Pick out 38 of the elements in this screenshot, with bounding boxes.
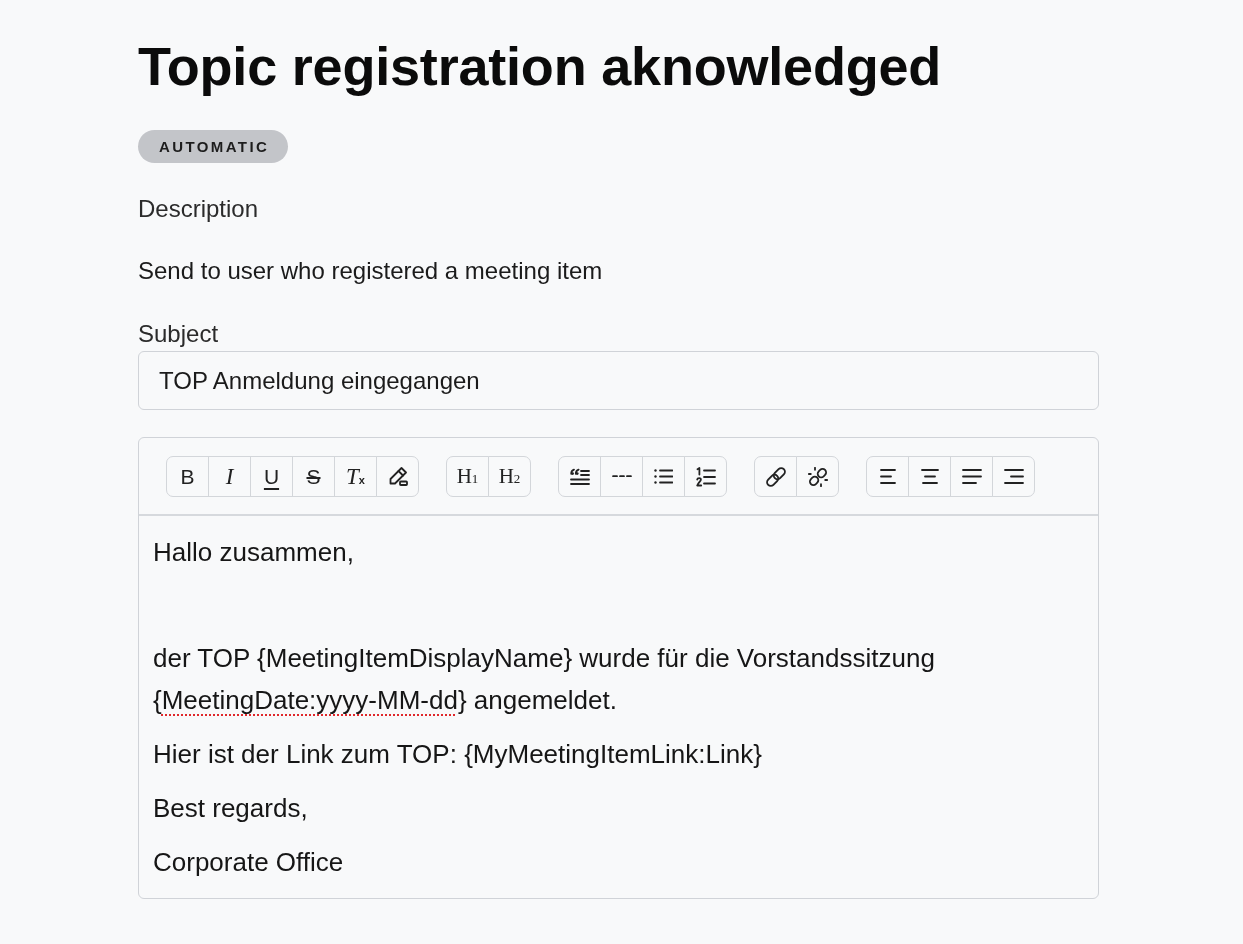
align-center-icon — [920, 469, 939, 484]
subject-label: Subject — [138, 319, 219, 348]
underline-button[interactable]: U — [250, 456, 293, 497]
numbered-list-icon — [695, 466, 716, 487]
quote-lines-icon — [569, 466, 590, 487]
editor-paragraph: Corporate Office — [153, 846, 345, 879]
editor-body[interactable]: Hallo zusammen, der TOP {MeetingItemDisplayName} wurde für die Vorstandssitzung {MeetingDate:yyyy-MM-dd} angemeldet. Hier ist der Link zum TOP: {MyMeetingItemLink:Link} Best regards, Corporate Office — [139, 516, 1098, 898]
broken-chain-icon — [807, 466, 828, 487]
bullet-list-icon — [654, 469, 673, 484]
description-text: Send to user who registered a meeting item — [138, 256, 603, 285]
bold-button[interactable]: B — [166, 456, 209, 497]
editor-paragraph: Hier ist der Link zum TOP: {MyMeetingItemLink:Link} — [153, 738, 763, 771]
align-right-button[interactable] — [992, 456, 1035, 497]
align-left-button[interactable] — [866, 456, 909, 497]
blockquote-button[interactable] — [558, 456, 601, 497]
chain-link-icon — [765, 466, 786, 487]
editor-paragraph: Best regards, — [153, 792, 309, 825]
align-right-icon — [1003, 469, 1024, 484]
page-title: Topic registration aknowledged — [138, 35, 942, 98]
align-center-button[interactable] — [908, 456, 951, 497]
align-left-icon — [879, 469, 896, 484]
editor-paragraph: der TOP {MeetingItemDisplayName} wurde für die Vorstandssitzung {MeetingDate:yyyy-MM-dd} angemeldet. — [153, 642, 936, 717]
bullet-list-button[interactable] — [642, 456, 685, 497]
highlight-button[interactable] — [376, 456, 419, 497]
rich-text-editor[interactable] — [138, 437, 1099, 899]
numbered-list-button[interactable] — [684, 456, 727, 497]
align-justify-icon — [961, 469, 982, 484]
italic-button[interactable]: I — [208, 456, 251, 497]
strikethrough-button[interactable]: S — [292, 456, 335, 497]
dashes-icon — [611, 475, 632, 478]
editor-paragraph: Hallo zusammen, — [153, 536, 355, 569]
align-justify-button[interactable] — [950, 456, 993, 497]
unlink-button[interactable] — [796, 456, 839, 497]
status-badge: AUTOMATIC — [138, 130, 289, 163]
link-button[interactable] — [754, 456, 797, 497]
pencil-icon — [387, 466, 408, 487]
subject-input[interactable]: TOP Anmeldung eingegangen — [138, 351, 1099, 410]
description-label: Description — [138, 194, 259, 223]
